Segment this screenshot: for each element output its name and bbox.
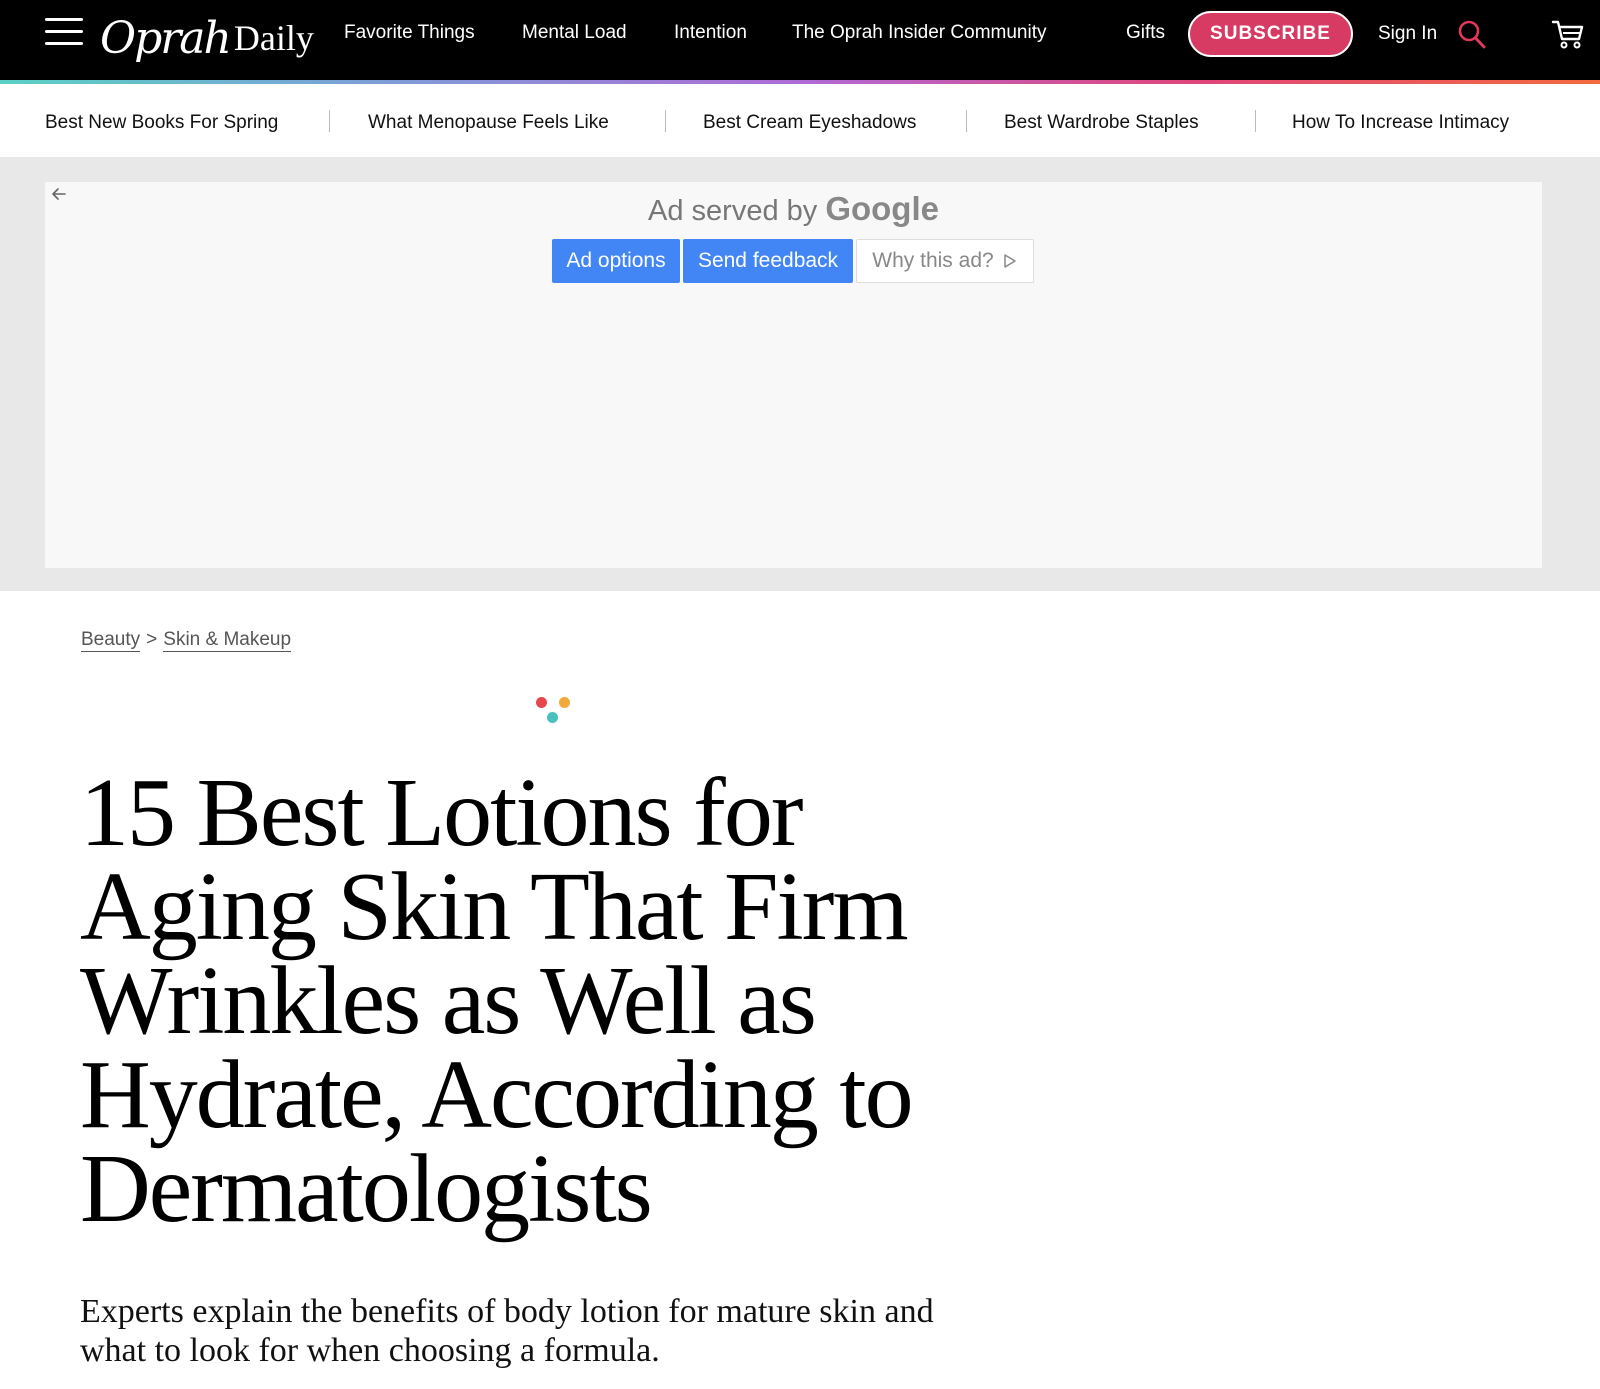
ad-served-label: Ad served by	[648, 195, 818, 227]
nav-oprah-insider-community[interactable]: The Oprah Insider Community	[792, 22, 1047, 44]
nav-intention[interactable]: Intention	[674, 22, 747, 44]
divider	[665, 110, 666, 132]
adchoices-icon	[1003, 254, 1016, 268]
trending-links-bar: Best New Books For Spring What Menopause…	[0, 84, 1600, 158]
top-nav-bar: Oprah Daily Favorite Things Mental Load …	[0, 0, 1600, 80]
loader-dot	[536, 697, 547, 708]
breadcrumb-beauty[interactable]: Beauty	[81, 629, 141, 652]
ad-served-by-text: Ad served by Google	[45, 190, 1542, 228]
loader-dot	[547, 712, 558, 723]
why-this-ad-button[interactable]: Why this ad?	[856, 239, 1034, 283]
divider	[966, 110, 967, 132]
nav-gifts[interactable]: Gifts	[1126, 22, 1165, 44]
breadcrumb-separator: >	[146, 629, 158, 650]
divider	[329, 110, 330, 132]
ad-container: Ad served by Google Ad options Send feed…	[0, 157, 1600, 591]
logo-text: Daily	[233, 18, 314, 58]
why-this-ad-label: Why this ad?	[872, 249, 994, 272]
breadcrumb: Beauty > Skin & Makeup	[81, 629, 292, 652]
article-headline: 15 Best Lotions for Aging Skin That Firm…	[80, 759, 914, 1243]
cart-icon[interactable]	[1551, 18, 1585, 50]
nav-mental-load[interactable]: Mental Load	[522, 22, 627, 44]
article-dek: Experts explain the benefits of body lot…	[80, 1293, 934, 1369]
trending-link[interactable]: How To Increase Intimacy	[1292, 112, 1509, 134]
subscribe-button[interactable]: SUBSCRIBE	[1188, 11, 1353, 57]
send-feedback-button[interactable]: Send feedback	[683, 239, 853, 283]
trending-link[interactable]: What Menopause Feels Like	[368, 112, 609, 134]
loading-indicator	[536, 697, 572, 727]
loader-dot	[559, 697, 570, 708]
site-logo[interactable]: Oprah Daily	[100, 6, 314, 70]
trending-link[interactable]: Best New Books For Spring	[45, 112, 278, 134]
logo-script: Oprah	[100, 12, 232, 64]
nav-favorite-things[interactable]: Favorite Things	[344, 22, 475, 44]
breadcrumb-skin-makeup[interactable]: Skin & Makeup	[163, 629, 292, 652]
trending-link[interactable]: Best Wardrobe Staples	[1004, 112, 1199, 134]
sign-in-link[interactable]: Sign In	[1378, 23, 1437, 45]
divider	[1255, 110, 1256, 132]
search-icon[interactable]	[1458, 20, 1486, 50]
google-logo: Google	[825, 190, 939, 227]
trending-link[interactable]: Best Cream Eyeshadows	[703, 112, 916, 134]
ad-options-button[interactable]: Ad options	[552, 239, 680, 283]
menu-icon[interactable]	[45, 16, 83, 48]
ad-slot: Ad served by Google Ad options Send feed…	[45, 182, 1542, 568]
